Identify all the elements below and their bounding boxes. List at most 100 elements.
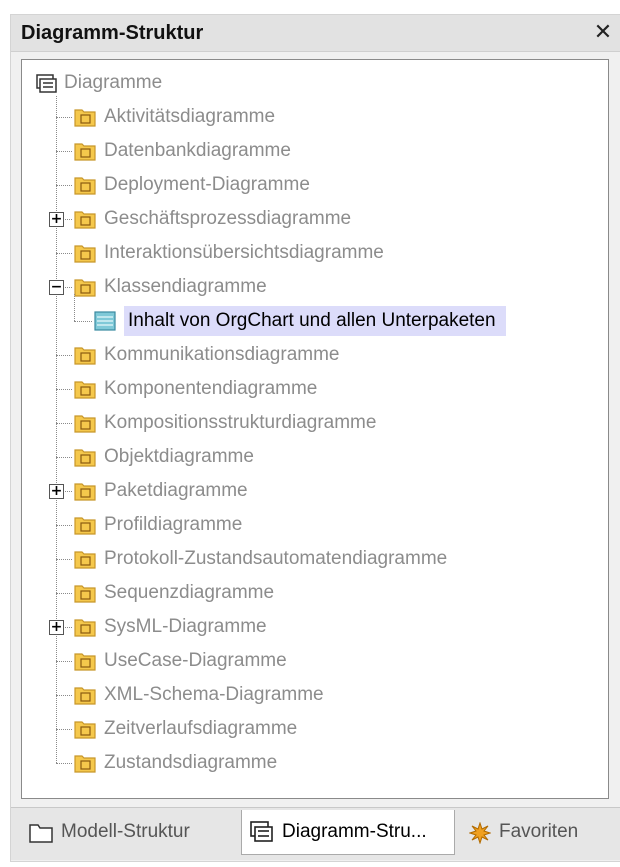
tree-item-label: Deployment-Diagramme (104, 174, 310, 195)
tree-item-folder[interactable]: Datenbankdiagramme (74, 136, 594, 166)
tree-connector-line (56, 661, 72, 662)
tree-item-folder[interactable]: Paketdiagramme (74, 476, 594, 506)
tree-item-folder[interactable]: Sequenzdiagramme (74, 578, 594, 608)
tree-item-label: Objektdiagramme (104, 446, 254, 467)
tree-item-folder[interactable]: Geschäftsprozessdiagramme (74, 204, 594, 234)
tree-item-folder[interactable]: Zeitverlaufsdiagramme (74, 714, 594, 744)
database-diagram-folder-icon (74, 143, 96, 161)
tree-item-folder[interactable]: Objektdiagramme (74, 442, 594, 472)
tree-connector-line (56, 559, 72, 560)
deployment-diagram-folder-icon (74, 177, 96, 195)
diagram-list-icon (250, 821, 273, 842)
tree-item-folder[interactable]: Komponentendiagramme (74, 374, 594, 404)
communication-diagram-folder-icon (74, 347, 96, 365)
tree-connector-line (74, 294, 75, 321)
tree-item-folder[interactable]: SysML-Diagramme (74, 612, 594, 642)
class-diagram-folder-icon (74, 279, 96, 297)
collapse-toggle-icon[interactable]: − (49, 280, 64, 295)
tree-item-folder[interactable]: Kommunikationsdiagramme (74, 340, 594, 370)
tree-item-label: UseCase-Diagramme (104, 650, 287, 671)
tree-root-diagrams[interactable]: Diagramme (34, 68, 434, 98)
diagram-list-icon (36, 74, 57, 93)
tree-item-label: Inhalt von OrgChart und allen Unterpaket… (124, 306, 506, 336)
tree-item-folder[interactable]: Kompositionsstrukturdiagramme (74, 408, 594, 438)
tree-item-folder[interactable]: Protokoll-Zustandsautomatendiagramme (74, 544, 594, 574)
xml-schema-diagram-folder-icon (74, 687, 96, 705)
tree-item-folder[interactable]: Klassendiagramme (74, 272, 594, 302)
tree-connector-line (56, 423, 72, 424)
tree-connector-line (56, 253, 72, 254)
tab-label: Modell-Struktur (61, 821, 190, 842)
use-case-diagram-folder-icon (74, 653, 96, 671)
tree-item-diagram[interactable]: Inhalt von OrgChart und allen Unterpaket… (94, 306, 614, 336)
tree-root-label: Diagramme (64, 72, 163, 93)
composite-structure-diagram-folder-icon (74, 415, 96, 433)
tree-item-label: Zustandsdiagramme (104, 752, 278, 773)
object-diagram-folder-icon (74, 449, 96, 467)
tree-item-label: Komponentendiagramme (104, 378, 318, 399)
tree-connector-line (56, 457, 72, 458)
panel-title-bar: Diagramm-Struktur ✕ (11, 15, 620, 52)
tree-item-label: Klassendiagramme (104, 276, 267, 297)
timing-diagram-folder-icon (74, 721, 96, 739)
tree-item-label: Geschäftsprozessdiagramme (104, 208, 352, 229)
tree-connector-line (56, 151, 72, 152)
panel-title: Diagramm-Struktur (21, 22, 204, 44)
diagram-tree: Diagramme Aktivitätsdiagramme Datenbankdi… (21, 59, 609, 799)
tree-item-label: Interaktionsübersichtsdiagramme (104, 242, 384, 263)
tree-item-label: Datenbankdiagramme (104, 140, 291, 161)
tab-diagram-tree[interactable]: Diagramm-Stru... (241, 810, 455, 855)
tree-item-label: SysML-Diagramme (104, 616, 267, 637)
tree-item-label: Kompositionsstrukturdiagramme (104, 412, 377, 433)
tree-item-folder[interactable]: XML-Schema-Diagramme (74, 680, 594, 710)
tree-connector-line (56, 96, 57, 763)
business-process-diagram-folder-icon (74, 211, 96, 229)
tree-connector-line (56, 185, 72, 186)
sysml-diagram-folder-icon (74, 619, 96, 637)
expand-toggle-icon[interactable]: + (49, 212, 64, 227)
tree-item-folder[interactable]: Profildiagramme (74, 510, 594, 540)
component-diagram-folder-icon (74, 381, 96, 399)
profile-diagram-folder-icon (74, 517, 96, 535)
tab-label: Diagramm-Stru... (282, 821, 427, 842)
tree-item-label: Kommunikationsdiagramme (104, 344, 340, 365)
package-diagram-folder-icon (74, 483, 96, 501)
folder-outline-icon (29, 824, 53, 843)
tree-item-folder[interactable]: Deployment-Diagramme (74, 170, 594, 200)
tab-model-tree[interactable]: Modell-Struktur (25, 810, 235, 854)
tree-item-folder[interactable]: Interaktionsübersichtsdiagramme (74, 238, 594, 268)
tree-item-folder[interactable]: Zustandsdiagramme (74, 748, 594, 778)
tree-item-label: Protokoll-Zustandsautomatendiagramme (104, 548, 448, 569)
tree-connector-line (56, 355, 72, 356)
expand-toggle-icon[interactable]: + (49, 484, 64, 499)
activity-diagram-folder-icon (74, 109, 96, 127)
star-burst-icon (469, 822, 491, 844)
tree-item-label: Sequenzdiagramme (104, 582, 275, 603)
tree-connector-line (56, 763, 72, 764)
tree-connector-line (56, 117, 72, 118)
expand-toggle-icon[interactable]: + (49, 620, 64, 635)
tree-item-label: Aktivitätsdiagramme (104, 106, 276, 127)
tree-connector-line (74, 321, 92, 322)
tree-connector-line (56, 729, 72, 730)
sequence-diagram-folder-icon (74, 585, 96, 603)
tree-connector-line (56, 525, 72, 526)
tree-item-folder[interactable]: UseCase-Diagramme (74, 646, 594, 676)
protocol-state-machine-diagram-folder-icon (74, 551, 96, 569)
state-diagram-folder-icon (74, 755, 96, 773)
tab-label: Favoriten (499, 821, 579, 842)
tree-item-label: XML-Schema-Diagramme (104, 684, 324, 705)
panel-tab-bar: Modell-Struktur Diagramm-Stru... Favorit… (11, 807, 620, 860)
close-icon[interactable]: ✕ (591, 19, 615, 45)
class-diagram-icon (94, 311, 116, 331)
diagram-tree-panel: Diagramm-Struktur ✕ Diagramme Aktivitäts… (10, 14, 620, 862)
tree-connector-line (56, 593, 72, 594)
interaction-overview-diagram-folder-icon (74, 245, 96, 263)
tree-connector-line (56, 695, 72, 696)
tree-item-label: Zeitverlaufsdiagramme (104, 718, 298, 739)
tree-item-folder[interactable]: Aktivitätsdiagramme (74, 102, 594, 132)
tab-favorites[interactable]: Favoriten (463, 810, 613, 854)
tree-item-label: Paketdiagramme (104, 480, 248, 501)
tree-connector-line (56, 389, 72, 390)
tree-item-label: Profildiagramme (104, 514, 243, 535)
